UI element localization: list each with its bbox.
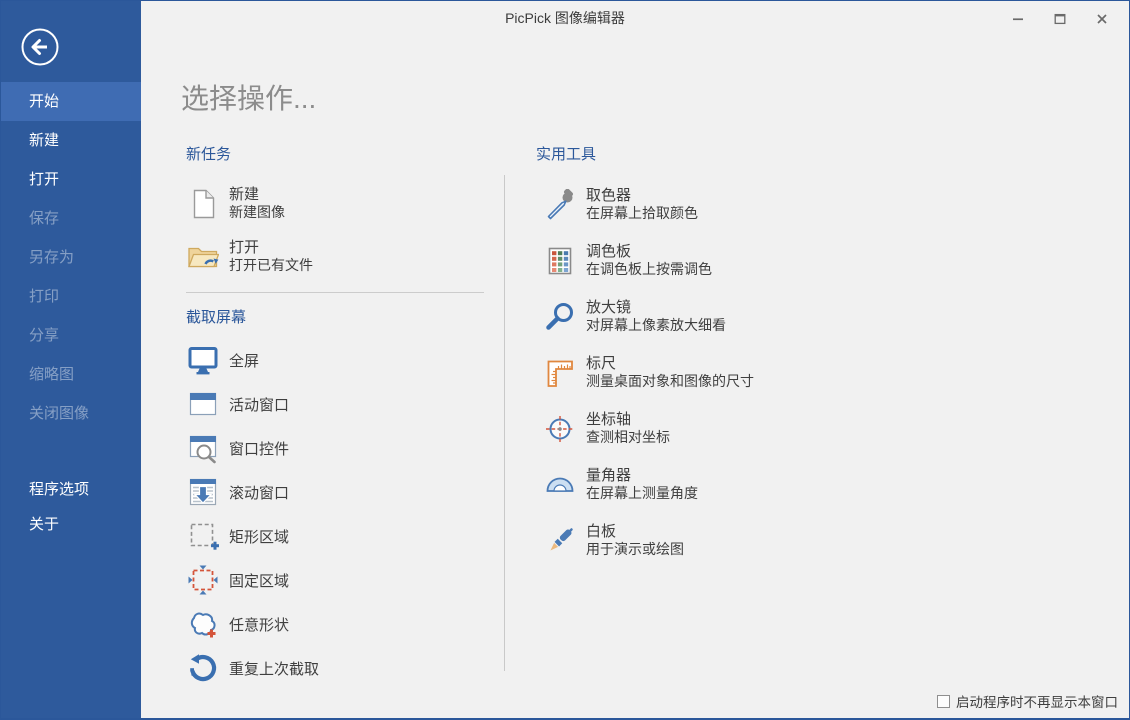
action-item-label: 窗口控件 — [229, 438, 289, 459]
scrolling-window-icon — [187, 476, 219, 508]
color-palette-icon — [544, 245, 576, 277]
tool-item-subtitle: 查测相对坐标 — [586, 429, 670, 446]
sidebar-item-close-image[interactable]: 关闭图像 — [1, 394, 141, 433]
tool-item-whiteboard[interactable]: 白板 用于演示或绘图 — [544, 523, 684, 558]
whiteboard-icon — [544, 525, 576, 557]
action-item-label: 全屏 — [229, 350, 259, 371]
sidebar-item-save-as[interactable]: 另存为 — [1, 238, 141, 277]
fixed-region-icon — [187, 564, 219, 596]
active-window-icon — [187, 388, 219, 420]
minimize-button[interactable] — [997, 2, 1039, 35]
action-item-rectangle-region[interactable]: 矩形区域 — [187, 520, 289, 552]
action-item-scrolling-window[interactable]: 滚动窗口 — [187, 476, 289, 508]
main-content: 选择操作... 新任务 新建 新建图像 打开 打开已有文件 — [141, 35, 1129, 718]
crosshair-icon — [544, 413, 576, 445]
action-item-new[interactable]: 新建 新建图像 — [187, 186, 285, 221]
sidebar-item-home[interactable]: 开始 — [1, 82, 141, 121]
action-item-freehand[interactable]: 任意形状 — [187, 608, 289, 640]
sidebar-item-open[interactable]: 打开 — [1, 160, 141, 199]
action-item-open[interactable]: 打开 打开已有文件 — [187, 239, 313, 274]
action-item-label: 固定区域 — [229, 570, 289, 591]
window-controls — [997, 2, 1123, 35]
sidebar-item-options[interactable]: 程序选项 — [1, 472, 141, 508]
close-icon — [1096, 13, 1108, 25]
tool-item-title: 放大镜 — [586, 299, 726, 317]
page-title: 选择操作... — [181, 77, 316, 117]
action-item-label: 重复上次截取 — [229, 658, 319, 679]
sidebar-item-thumbnail[interactable]: 缩略图 — [1, 355, 141, 394]
action-item-active-window[interactable]: 活动窗口 — [187, 388, 289, 420]
action-item-fullscreen[interactable]: 全屏 — [187, 344, 259, 376]
tool-item-subtitle: 在调色板上按需调色 — [586, 261, 712, 278]
back-button[interactable] — [20, 27, 60, 67]
color-picker-icon — [544, 189, 576, 221]
action-item-title: 新建 — [229, 186, 285, 204]
tool-item-title: 标尺 — [586, 355, 754, 373]
tool-item-title: 取色器 — [586, 187, 698, 205]
freehand-icon — [187, 608, 219, 640]
action-item-subtitle: 新建图像 — [229, 204, 285, 221]
sidebar-item-print[interactable]: 打印 — [1, 277, 141, 316]
picpick-window: PicPick 图像编辑器 开始 新建 打开 保存 另存为 打印 分享 缩略图 … — [0, 0, 1130, 720]
maximize-button[interactable] — [1039, 2, 1081, 35]
tool-item-crosshair[interactable]: 坐标轴 查测相对坐标 — [544, 411, 670, 446]
tool-item-title: 量角器 — [586, 467, 698, 485]
sidebar-item-save[interactable]: 保存 — [1, 199, 141, 238]
tool-item-title: 坐标轴 — [586, 411, 670, 429]
tool-item-subtitle: 用于演示或绘图 — [586, 541, 684, 558]
tool-item-color-picker[interactable]: 取色器 在屏幕上拾取颜色 — [544, 187, 698, 222]
tool-item-ruler[interactable]: 标尺 测量桌面对象和图像的尺寸 — [544, 355, 754, 390]
action-item-label: 滚动窗口 — [229, 482, 289, 503]
tool-item-subtitle: 在屏幕上测量角度 — [586, 485, 698, 502]
ruler-icon — [544, 357, 576, 389]
tool-item-magnifier[interactable]: 放大镜 对屏幕上像素放大细看 — [544, 299, 726, 334]
sidebar-item-about[interactable]: 关于 — [1, 507, 141, 543]
window-control-icon — [187, 432, 219, 464]
action-item-label: 活动窗口 — [229, 394, 289, 415]
tool-item-title: 调色板 — [586, 243, 712, 261]
magnifier-icon — [544, 301, 576, 333]
column-divider — [504, 175, 505, 671]
dont-show-again-option[interactable]: 启动程序时不再显示本窗口 — [937, 691, 1118, 711]
sidebar: 开始 新建 打开 保存 另存为 打印 分享 缩略图 关闭图像 程序选项 关于 — [1, 1, 141, 718]
sidebar-item-new[interactable]: 新建 — [1, 121, 141, 160]
action-item-title: 打开 — [229, 239, 313, 257]
action-item-label: 矩形区域 — [229, 526, 289, 547]
maximize-icon — [1054, 13, 1066, 25]
tool-item-protractor[interactable]: 量角器 在屏幕上测量角度 — [544, 467, 698, 502]
monitor-icon — [187, 344, 219, 376]
close-button[interactable] — [1081, 2, 1123, 35]
window-title: PicPick 图像编辑器 — [1, 2, 1129, 35]
tool-item-title: 白板 — [586, 523, 684, 541]
action-item-repeat-capture[interactable]: 重复上次截取 — [187, 652, 319, 684]
protractor-icon — [544, 469, 576, 501]
new-file-icon — [187, 188, 219, 220]
tool-item-color-palette[interactable]: 调色板 在调色板上按需调色 — [544, 243, 712, 278]
section-new-task: 新任务 — [186, 143, 231, 164]
section-tools: 实用工具 — [536, 143, 596, 164]
dont-show-again-label[interactable]: 启动程序时不再显示本窗口 — [956, 691, 1118, 711]
open-folder-icon — [187, 241, 219, 273]
tool-item-subtitle: 对屏幕上像素放大细看 — [586, 317, 726, 334]
minimize-icon — [1012, 13, 1024, 25]
back-arrow-icon — [20, 27, 60, 67]
tool-item-subtitle: 在屏幕上拾取颜色 — [586, 205, 698, 222]
rectangle-region-icon — [187, 520, 219, 552]
tool-item-subtitle: 测量桌面对象和图像的尺寸 — [586, 373, 754, 390]
section-screen-capture: 截取屏幕 — [186, 306, 246, 327]
sidebar-item-share[interactable]: 分享 — [1, 316, 141, 355]
action-item-fixed-region[interactable]: 固定区域 — [187, 564, 289, 596]
divider — [186, 292, 484, 293]
action-item-subtitle: 打开已有文件 — [229, 257, 313, 274]
repeat-capture-icon — [187, 652, 219, 684]
action-item-window-control[interactable]: 窗口控件 — [187, 432, 289, 464]
action-item-label: 任意形状 — [229, 614, 289, 635]
dont-show-again-checkbox[interactable] — [937, 695, 950, 708]
